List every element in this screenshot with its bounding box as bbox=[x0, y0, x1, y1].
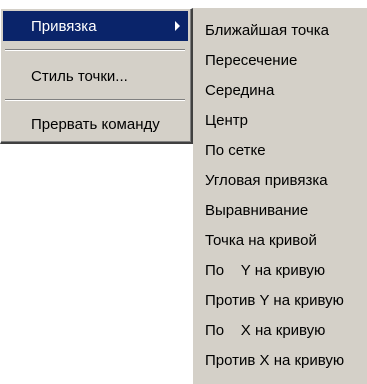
submenu-item-against-y-to-curve[interactable]: Против Y на кривую bbox=[193, 285, 367, 315]
context-menu: Привязка Стиль точки... Прервать команду bbox=[0, 8, 193, 144]
submenu-item-grid[interactable]: По сетке bbox=[193, 135, 367, 165]
submenu-item-label: Середина bbox=[205, 81, 275, 99]
menu-separator bbox=[5, 49, 185, 51]
menu-item-snap[interactable]: Привязка bbox=[3, 11, 188, 41]
menu-item-point-style[interactable]: Стиль точки... bbox=[3, 61, 188, 91]
submenu-item-point-on-curve[interactable]: Точка на кривой bbox=[193, 225, 367, 255]
menu-separator bbox=[5, 99, 185, 101]
submenu-item-label: Пересечение bbox=[205, 51, 298, 69]
submenu-item-midpoint[interactable]: Середина bbox=[193, 75, 367, 105]
submenu-item-label: Ближайшая точка bbox=[205, 21, 329, 39]
submenu-item-nearest-point[interactable]: Ближайшая точка bbox=[193, 15, 367, 45]
menu-item-cancel-command-label: Прервать команду bbox=[31, 115, 160, 133]
submenu-item-label: Центр bbox=[205, 111, 248, 129]
submenu-item-center[interactable]: Центр bbox=[193, 105, 367, 135]
submenu-arrow-icon bbox=[175, 21, 180, 31]
submenu-item-against-x-to-curve[interactable]: Против X на кривую bbox=[193, 345, 367, 375]
submenu-item-label: По Y на кривую bbox=[205, 261, 326, 279]
snap-submenu: Ближайшая точка Пересечение Середина Цен… bbox=[193, 8, 367, 384]
submenu-item-label: Выравнивание bbox=[205, 201, 309, 219]
screen: Привязка Стиль точки... Прервать команду… bbox=[0, 0, 367, 384]
submenu-item-label: Против Y на кривую bbox=[205, 291, 344, 309]
menu-item-point-style-label: Стиль точки... bbox=[31, 67, 128, 85]
menu-item-cancel-command[interactable]: Прервать команду bbox=[3, 109, 188, 139]
submenu-item-label: По X на кривую bbox=[205, 321, 326, 339]
submenu-item-label: Угловая привязка bbox=[205, 171, 328, 189]
submenu-item-along-x-to-curve[interactable]: По X на кривую bbox=[193, 315, 367, 345]
submenu-item-intersection[interactable]: Пересечение bbox=[193, 45, 367, 75]
submenu-item-angular-snap[interactable]: Угловая привязка bbox=[193, 165, 367, 195]
submenu-item-label: Точка на кривой bbox=[205, 231, 317, 249]
menu-item-snap-label: Привязка bbox=[31, 17, 97, 35]
submenu-item-along-y-to-curve[interactable]: По Y на кривую bbox=[193, 255, 367, 285]
submenu-item-label: По сетке bbox=[205, 141, 266, 159]
submenu-item-label: Против X на кривую bbox=[205, 351, 345, 369]
submenu-item-alignment[interactable]: Выравнивание bbox=[193, 195, 367, 225]
